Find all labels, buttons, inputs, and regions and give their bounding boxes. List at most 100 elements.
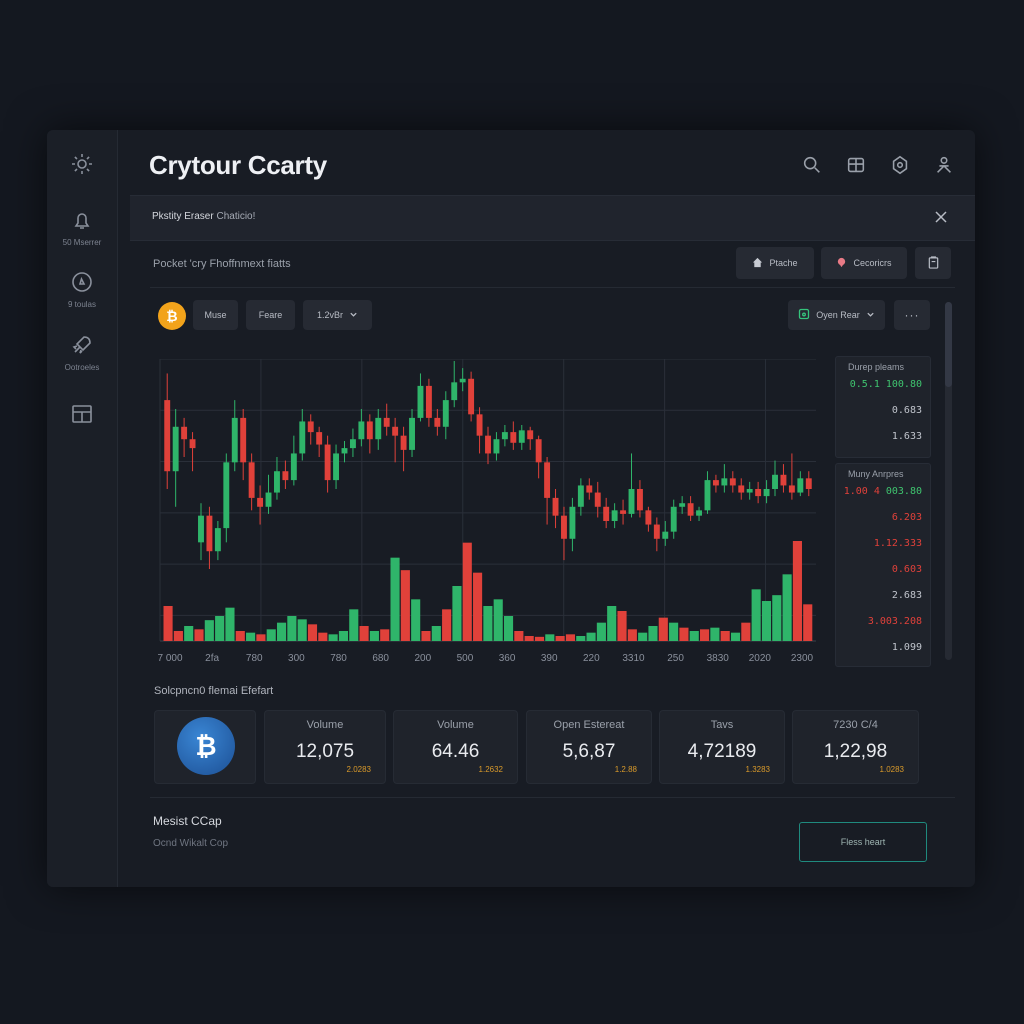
close-icon[interactable]	[933, 209, 949, 225]
ptache-button[interactable]: Ptache	[736, 247, 814, 279]
sidebar-item-layout[interactable]	[47, 402, 117, 426]
open-rear-select[interactable]: Oyen Rear	[788, 300, 885, 330]
stat-card[interactable]: Volume 64.46 1.2632	[393, 710, 518, 784]
volume-bar	[163, 606, 173, 641]
volume-bar	[493, 599, 503, 641]
volume-bar	[338, 631, 349, 641]
candle-body	[603, 506, 610, 521]
volume-bar	[380, 629, 390, 641]
candle-body	[282, 471, 289, 481]
candle-body	[763, 489, 770, 497]
candle-body	[569, 506, 576, 539]
volume-bar	[266, 629, 276, 641]
box-icon[interactable]	[845, 154, 867, 176]
compass-icon	[47, 270, 117, 294]
sidebar-item-explore[interactable]: 9 toulas	[47, 270, 117, 309]
x-tick-label: 390	[541, 653, 558, 664]
badge-icon[interactable]	[889, 154, 911, 176]
stat-card[interactable]: Volume 12,075 2.0283	[264, 710, 386, 784]
volume-bar	[761, 601, 772, 641]
toolbar-button-feare[interactable]: Feare	[246, 300, 295, 330]
volume-bar	[225, 607, 235, 641]
stat-sub: 2.0283	[346, 765, 371, 774]
app-window: 50 Mserrer 9 toulas Ootroeles Crytour Cc…	[47, 130, 975, 887]
candle-body	[772, 474, 778, 489]
volume-bar	[679, 627, 689, 641]
volume-bar	[720, 631, 730, 641]
stat-card[interactable]: Tavs 4,72189 1.3283	[659, 710, 785, 784]
section-subtitle: Pocket 'cry Fhoffnmext fiatts	[153, 258, 291, 270]
candle-body	[172, 426, 179, 472]
candle-body	[628, 489, 635, 514]
volume-bar	[617, 611, 627, 641]
candle-body	[358, 421, 365, 440]
coin-card[interactable]: ₿	[154, 710, 256, 784]
candle-body	[527, 430, 534, 440]
stat-label: Volume	[437, 719, 474, 731]
candle-body	[341, 448, 348, 454]
search-icon[interactable]	[801, 154, 823, 176]
scrollbar-thumb[interactable]	[945, 302, 952, 387]
bitcoin-icon[interactable]: ₿	[158, 302, 186, 330]
candle-body	[333, 453, 340, 481]
panel-values: 1.00 4 003.80 6.203 1.12.333 0.603 2.683 3.00…	[836, 479, 930, 661]
volume-bar	[256, 634, 266, 641]
sidebar-item-launch[interactable]: Ootroeles	[47, 333, 117, 372]
stat-label: Tavs	[710, 719, 734, 731]
candle-body	[721, 478, 728, 486]
x-tick-label: 3830	[707, 653, 730, 664]
panel-title: Muny Anrpres	[848, 469, 904, 479]
pin-icon	[836, 257, 847, 270]
panel-value: 0.603	[891, 564, 922, 575]
candle-body	[459, 378, 466, 383]
volume-bar	[204, 620, 214, 641]
candlestick-chart: 7 000 2fa 780 300 780 680 200 500 360 390 220 3310 2…	[157, 359, 816, 664]
candle-body	[518, 430, 525, 443]
market-cap-title: Mesist CCap	[153, 814, 222, 828]
volume-bar	[741, 622, 751, 641]
scrollbar[interactable]	[945, 302, 952, 660]
candle-body	[400, 435, 407, 450]
stat-value: 64.46	[431, 741, 480, 762]
stat-value: 5,6,87	[562, 741, 616, 762]
volume-bar	[235, 631, 245, 641]
volume-bar	[194, 629, 204, 641]
candle-body	[670, 506, 677, 532]
volume-bar	[751, 589, 761, 641]
timeframe-select[interactable]: 1.2vBr	[303, 300, 372, 330]
page-title: Crytour Ccarty	[149, 150, 327, 180]
candle-body	[586, 485, 593, 493]
user-icon[interactable]	[933, 154, 955, 176]
volume-bar	[545, 634, 555, 641]
volume-bar	[730, 632, 741, 641]
stat-card[interactable]: 7230 C/4 1,22,98 1.0283	[792, 710, 919, 784]
volume-bar	[503, 616, 514, 641]
stat-card[interactable]: Open Estereat 5,6,87 1.2.88	[526, 710, 652, 784]
clipboard-icon	[927, 255, 940, 271]
stats-title: Solcpncn0 flemai Efefart	[154, 685, 274, 697]
volume-bar	[390, 557, 400, 641]
price-chart[interactable]: 7 000 2fa 780 300 780 680 200 500 360 390 220 3310 2…	[156, 359, 816, 669]
toolbar-button-muse[interactable]: Muse	[193, 300, 238, 330]
volume-bar	[318, 632, 328, 641]
candle-body	[485, 435, 491, 454]
stat-sub: 1.0283	[879, 765, 904, 774]
candle-body	[417, 385, 424, 418]
notification-banner: Pkstity Eraser Chaticio!	[130, 195, 975, 241]
sidebar-item-settings[interactable]	[47, 152, 117, 176]
cecoricrs-button[interactable]: Cecoricrs	[821, 247, 907, 279]
candle-body	[712, 480, 719, 486]
volume-bar	[565, 634, 575, 641]
candle-body	[729, 478, 736, 486]
more-options-button[interactable]: ···	[894, 300, 930, 330]
market-action-button[interactable]: Fless heart	[799, 822, 927, 862]
sidebar: 50 Mserrer 9 toulas Ootroeles	[47, 130, 118, 887]
banner-subtitle: Chaticio!	[216, 211, 256, 222]
clipboard-button[interactable]	[915, 247, 951, 279]
candle-body	[594, 492, 601, 507]
volume-bar	[658, 617, 668, 641]
sidebar-item-alerts[interactable]: 50 Mserrer	[47, 208, 117, 247]
volume-bar	[473, 572, 483, 641]
stat-label: 7230 C/4	[833, 719, 878, 731]
stat-sub: 1.2.88	[614, 765, 637, 774]
